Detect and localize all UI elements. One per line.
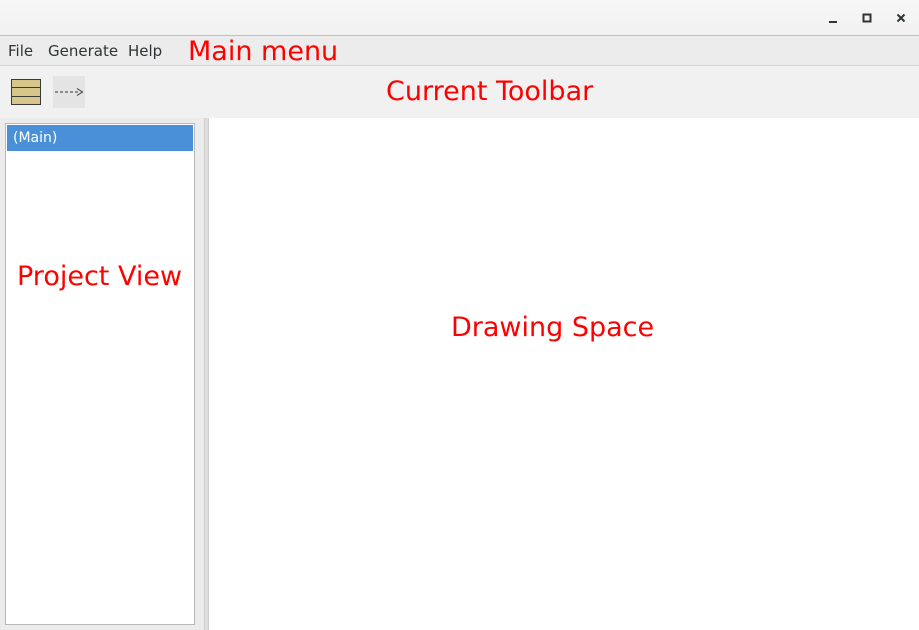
dashed-arrow-icon (53, 76, 85, 108)
project-item-main[interactable]: (Main) (7, 125, 193, 151)
close-icon (896, 13, 906, 23)
annotation-current-toolbar: Current Toolbar (386, 76, 594, 107)
close-button[interactable] (892, 9, 910, 27)
menu-file[interactable]: File (8, 42, 33, 60)
main-menu-bar: File Generate Help (0, 36, 919, 66)
annotation-project-view: Project View (17, 261, 183, 292)
striped-rectangle-icon (11, 79, 41, 105)
menu-help[interactable]: Help (128, 42, 162, 60)
rectangle-tool-button[interactable] (10, 76, 42, 108)
menu-generate[interactable]: Generate (48, 42, 118, 60)
maximize-icon (862, 13, 872, 23)
drawing-space[interactable] (209, 118, 919, 630)
annotation-drawing-space: Drawing Space (451, 312, 655, 343)
minimize-button[interactable] (824, 9, 842, 27)
project-view-pane: (Main) (0, 118, 204, 630)
project-tree[interactable]: (Main) (5, 123, 195, 625)
title-bar (0, 0, 919, 36)
minimize-icon (829, 21, 837, 23)
annotation-main-menu: Main menu (188, 36, 339, 67)
maximize-button[interactable] (858, 9, 876, 27)
dashed-arrow-tool-button[interactable] (53, 76, 85, 108)
application-window: File Generate Help (Main) Main menu Curr… (0, 0, 919, 630)
